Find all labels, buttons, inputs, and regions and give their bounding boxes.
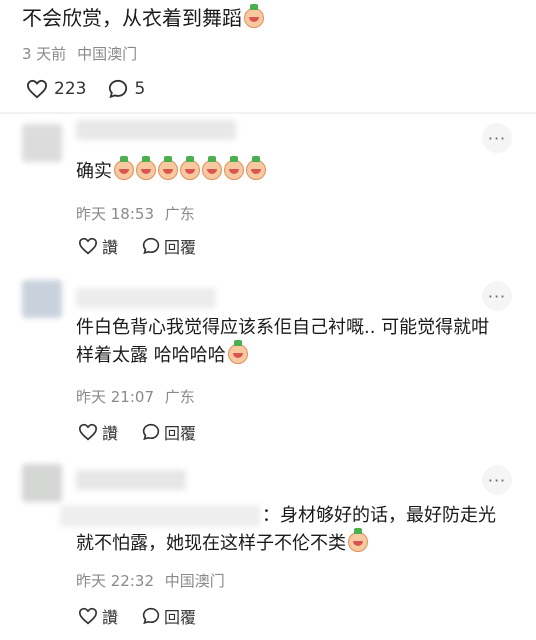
comment-count: 5 [134, 79, 146, 99]
comment-time: 昨天 18:53 [76, 205, 154, 223]
reply-button[interactable]: 回覆 [142, 234, 196, 258]
post-text: 不会欣赏，从衣着到舞蹈 [22, 4, 264, 32]
post-text-content: 不会欣赏，从衣着到舞蹈 [22, 6, 242, 30]
more-icon: ··· [487, 286, 507, 306]
reply-bubble-icon [142, 237, 160, 255]
more-options-button[interactable]: ··· [482, 281, 512, 311]
crying-emoji-icon [136, 156, 156, 180]
post-meta: 3 天前 中国澳门 [22, 43, 137, 64]
comment-text-content: 确实 [76, 161, 112, 182]
heart-icon [26, 79, 48, 99]
reply-bubble-icon [142, 607, 160, 625]
reply-label: 回覆 [164, 608, 197, 627]
post-stats: 223 5 [26, 78, 167, 100]
avatar[interactable] [22, 464, 62, 502]
like-button[interactable]: 223 [26, 79, 86, 99]
heart-icon [78, 607, 98, 625]
heart-icon [78, 423, 98, 441]
post-time: 3 天前 [22, 45, 67, 63]
reply-label: 回覆 [164, 238, 197, 257]
comment-actions: 讚 回覆 [78, 604, 220, 628]
crying-emoji-icon [244, 4, 264, 28]
comment-text-content: 件白色背心我觉得应该系佢自己衬嘅.. 可能觉得就咁样着太露 哈哈哈哈 [76, 317, 490, 366]
comment-text: ：身材够好的话，最好防走光就不怕露，她现在这样子不伦不类 [76, 502, 506, 558]
avatar[interactable] [22, 124, 62, 162]
comment-bubble-icon [109, 79, 128, 99]
comment-text: 确实 [76, 156, 506, 186]
comment-meta: 昨天 22:32 中国澳门 [76, 570, 225, 591]
like-comment-button[interactable]: 讚 [78, 604, 118, 628]
comment-actions: 讚 回覆 [78, 234, 220, 258]
crying-emoji-icon [224, 156, 244, 180]
divider [0, 112, 536, 114]
reply-button[interactable]: 回覆 [142, 420, 196, 444]
reply-bubble-icon [142, 423, 160, 441]
reply-button[interactable]: 回覆 [142, 604, 196, 628]
comment-location: 广东 [164, 205, 195, 223]
like-label: 讚 [102, 424, 119, 443]
comment-text-content: ：身材够好的话，最好防走光就不怕露，她现在这样子不伦不类 [76, 505, 496, 554]
more-options-button[interactable]: ··· [482, 465, 512, 495]
username-redacted[interactable] [76, 470, 186, 490]
crying-emoji-icon [348, 528, 368, 552]
crying-emoji-icon [114, 156, 134, 180]
reply-label: 回覆 [164, 424, 197, 443]
comment-text: 件白色背心我觉得应该系佢自己衬嘅.. 可能觉得就咁样着太露 哈哈哈哈 [76, 314, 506, 370]
comment-time: 昨天 21:07 [76, 388, 154, 406]
crying-emoji-icon [227, 340, 248, 364]
comment-time: 昨天 22:32 [76, 572, 154, 590]
comment-meta: 昨天 21:07 广东 [76, 386, 195, 407]
username-redacted[interactable] [76, 288, 216, 308]
crying-emoji-icon [202, 156, 222, 180]
crying-emoji-icon [246, 156, 266, 180]
like-label: 讚 [102, 608, 119, 627]
comment-location: 广东 [164, 388, 195, 406]
post-location: 中国澳门 [77, 45, 138, 63]
like-comment-button[interactable]: 讚 [78, 234, 118, 258]
comment-actions: 讚 回覆 [78, 420, 220, 444]
comment-meta: 昨天 18:53 广东 [76, 203, 195, 224]
crying-emoji-icon [180, 156, 200, 180]
like-count: 223 [54, 79, 87, 99]
heart-icon [78, 237, 98, 255]
comment-location: 中国澳门 [164, 572, 225, 590]
more-options-button[interactable]: ··· [482, 123, 512, 153]
crying-emoji-icon [158, 156, 178, 180]
like-label: 讚 [102, 238, 119, 257]
more-icon: ··· [487, 128, 507, 148]
like-comment-button[interactable]: 讚 [78, 420, 118, 444]
username-redacted[interactable] [76, 120, 236, 140]
comment-button[interactable]: 5 [108, 79, 145, 99]
avatar[interactable] [22, 280, 62, 318]
more-icon: ··· [487, 470, 507, 490]
